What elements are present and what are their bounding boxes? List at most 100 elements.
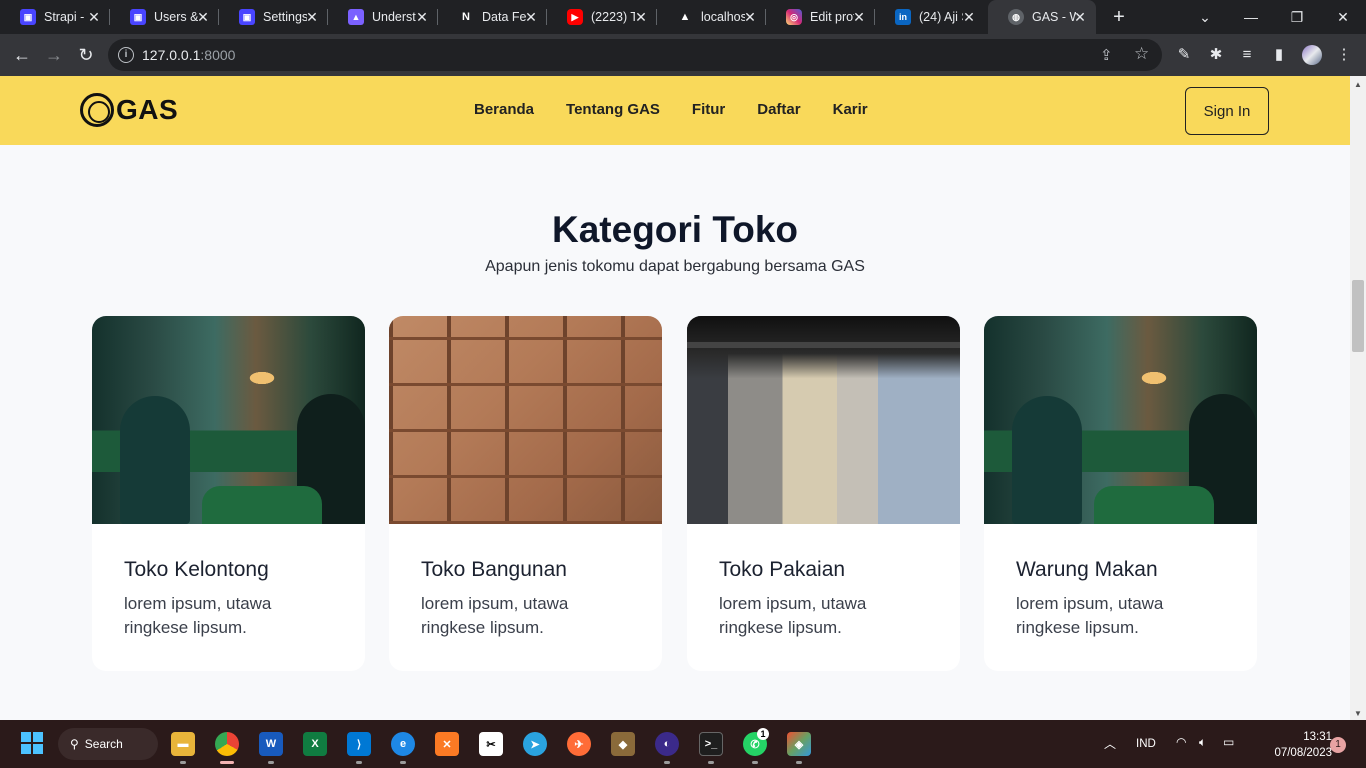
site-logo[interactable]: GAS <box>80 93 178 127</box>
close-icon[interactable]: ✕ <box>304 9 320 25</box>
file-explorer-icon[interactable]: ▬ <box>171 732 195 756</box>
terminal-icon[interactable]: >_ <box>699 732 723 756</box>
running-indicator <box>708 761 714 764</box>
running-indicator <box>752 761 758 764</box>
volume-icon[interactable]: 🔈︎ <box>1199 735 1206 750</box>
tab-title: Underst <box>372 10 416 24</box>
close-icon[interactable]: ✕ <box>851 9 867 25</box>
word-icon[interactable]: W <box>259 732 283 756</box>
vercel-triangle-icon: ▲ <box>677 9 693 25</box>
git-app-icon[interactable]: ◈ <box>787 732 811 756</box>
tray-chevron-up-icon[interactable]: ︿ <box>1104 735 1116 752</box>
category-card[interactable]: Warung Makan lorem ipsum, utawa ringkese… <box>984 316 1257 671</box>
notion-n-icon: N <box>458 9 474 25</box>
postman-icon[interactable]: ✈ <box>567 732 591 756</box>
category-image-grocery <box>92 316 365 524</box>
battery-icon[interactable]: ▭ <box>1223 735 1234 749</box>
close-icon[interactable]: ✕ <box>742 9 758 25</box>
close-icon[interactable]: ✕ <box>523 9 539 25</box>
scroll-up-arrow-icon[interactable]: ▲ <box>1354 80 1362 89</box>
back-arrow-icon[interactable]: ← <box>10 43 34 67</box>
taskbar-search[interactable]: ⚲ Search <box>58 728 158 760</box>
telegram-icon[interactable]: ➤ <box>523 732 547 756</box>
category-description: lorem ipsum, utawa ringkese lipsum. <box>421 594 569 637</box>
running-indicator <box>356 761 362 764</box>
close-icon[interactable]: ✕ <box>633 9 649 25</box>
close-icon[interactable]: ✕ <box>195 9 211 25</box>
menu-kebab-icon[interactable]: ⋮ <box>1334 45 1354 65</box>
vscode-icon[interactable]: ⟩ <box>347 732 371 756</box>
system-clock[interactable]: 13:31 07/08/2023 <box>1274 729 1332 761</box>
browser-tab[interactable]: ▣ Settings ✕ <box>219 0 328 34</box>
browser-tab[interactable]: ▲ Underst ✕ <box>328 0 438 34</box>
profile-avatar[interactable] <box>1302 45 1322 65</box>
edge-icon[interactable]: e <box>391 732 415 756</box>
category-description: lorem ipsum, utawa ringkese lipsum. <box>719 594 867 637</box>
capcut-icon[interactable]: ✂ <box>479 732 503 756</box>
reload-icon[interactable]: ↻ <box>74 43 98 67</box>
site-info-icon[interactable]: i <box>118 47 134 63</box>
close-icon[interactable]: ✕ <box>86 9 102 25</box>
xampp-icon[interactable]: ✕ <box>435 732 459 756</box>
share-icon[interactable]: ⇪ <box>1100 46 1113 64</box>
scrollbar-thumb[interactable] <box>1352 280 1364 352</box>
chrome-icon[interactable] <box>215 732 239 756</box>
language-indicator[interactable]: IND <box>1136 738 1156 750</box>
nav-link-daftar[interactable]: Daftar <box>757 101 800 118</box>
extensions-puzzle-icon[interactable]: ✱ <box>1206 45 1226 65</box>
side-panel-icon[interactable]: ▮ <box>1269 45 1289 65</box>
close-icon[interactable]: ✕ <box>1072 9 1088 25</box>
media-control-icon[interactable]: ≡ <box>1237 45 1257 65</box>
windows-start-icon[interactable] <box>21 732 43 754</box>
page-scrollbar[interactable]: ▲ ▼ <box>1350 76 1366 720</box>
browser-tab[interactable]: in (24) Aji S ✕ <box>875 0 985 34</box>
browser-tab[interactable]: ▶ (2223) Tu ✕ <box>547 0 657 34</box>
browser-tab[interactable]: ▲ localhos ✕ <box>657 0 766 34</box>
category-card[interactable]: Toko Pakaian lorem ipsum, utawa ringkese… <box>687 316 960 671</box>
linkedin-icon: in <box>895 9 911 25</box>
browser-tab[interactable]: ▣ Users & ✕ <box>110 0 219 34</box>
game-app-icon[interactable]: ◆ <box>611 732 635 756</box>
section-title: Kategori Toko <box>552 209 798 250</box>
browser-tab-strip: ▣ Strapi - C ✕ ▣ Users & ✕ ▣ Settings ✕ … <box>0 0 1366 34</box>
logo-text: GAS <box>116 94 179 125</box>
browser-tab[interactable]: N Data Fet ✕ <box>438 0 547 34</box>
browser-tab[interactable]: ▣ Strapi - C ✕ <box>0 0 110 34</box>
tab-title: Edit prof <box>810 10 854 24</box>
section-subtitle: Apapun jenis tokomu dapat bergabung bers… <box>485 258 865 275</box>
nav-link-fitur[interactable]: Fitur <box>692 101 725 118</box>
close-icon[interactable]: ✕ <box>961 9 977 25</box>
wifi-icon[interactable]: ◠ <box>1176 735 1186 749</box>
scroll-down-arrow-icon[interactable]: ▼ <box>1354 709 1362 718</box>
minimize-button[interactable]: — <box>1228 0 1274 34</box>
sign-in-button[interactable]: Sign In <box>1185 87 1269 135</box>
url-text[interactable]: 127.0.0.1:8000 <box>142 47 235 63</box>
obsidian-app-icon[interactable]: ◐ <box>655 732 679 756</box>
category-card[interactable]: Toko Bangunan lorem ipsum, utawa ringkes… <box>389 316 662 671</box>
strapi-icon: ▣ <box>239 9 255 25</box>
new-tab-button[interactable]: + <box>1108 6 1130 28</box>
forward-arrow-icon[interactable]: → <box>42 43 66 67</box>
notification-badge[interactable]: 1 <box>1330 737 1346 753</box>
eyedropper-extension-icon[interactable]: ✎ <box>1174 45 1194 65</box>
browser-tab[interactable]: ◎ Edit prof ✕ <box>766 0 875 34</box>
restore-button[interactable]: ❐ <box>1274 0 1320 34</box>
nav-link-tentang[interactable]: Tentang GAS <box>566 101 660 118</box>
tab-search-chevron-icon[interactable]: ⌄ <box>1182 0 1228 34</box>
close-icon[interactable]: ✕ <box>414 9 430 25</box>
category-card[interactable]: Toko Kelontong lorem ipsum, utawa ringke… <box>92 316 365 671</box>
running-indicator <box>796 761 802 764</box>
search-label: Search <box>84 737 123 751</box>
nav-link-beranda[interactable]: Beranda <box>474 101 534 118</box>
nav-link-karir[interactable]: Karir <box>833 101 868 118</box>
bookmark-star-icon[interactable]: ☆ <box>1134 44 1149 64</box>
category-name: Toko Bangunan <box>421 558 567 581</box>
address-bar[interactable]: i 127.0.0.1:8000 ⇪ ☆ <box>108 39 1162 71</box>
browser-tab-active[interactable]: ◍ GAS - W ✕ <box>988 0 1096 34</box>
tab-title: Strapi - C <box>44 10 88 24</box>
close-window-button[interactable]: ✕ <box>1320 0 1366 34</box>
strapi-icon: ▣ <box>130 9 146 25</box>
excel-icon[interactable]: X <box>303 732 327 756</box>
active-indicator <box>220 761 234 764</box>
category-name: Warung Makan <box>1016 558 1158 581</box>
